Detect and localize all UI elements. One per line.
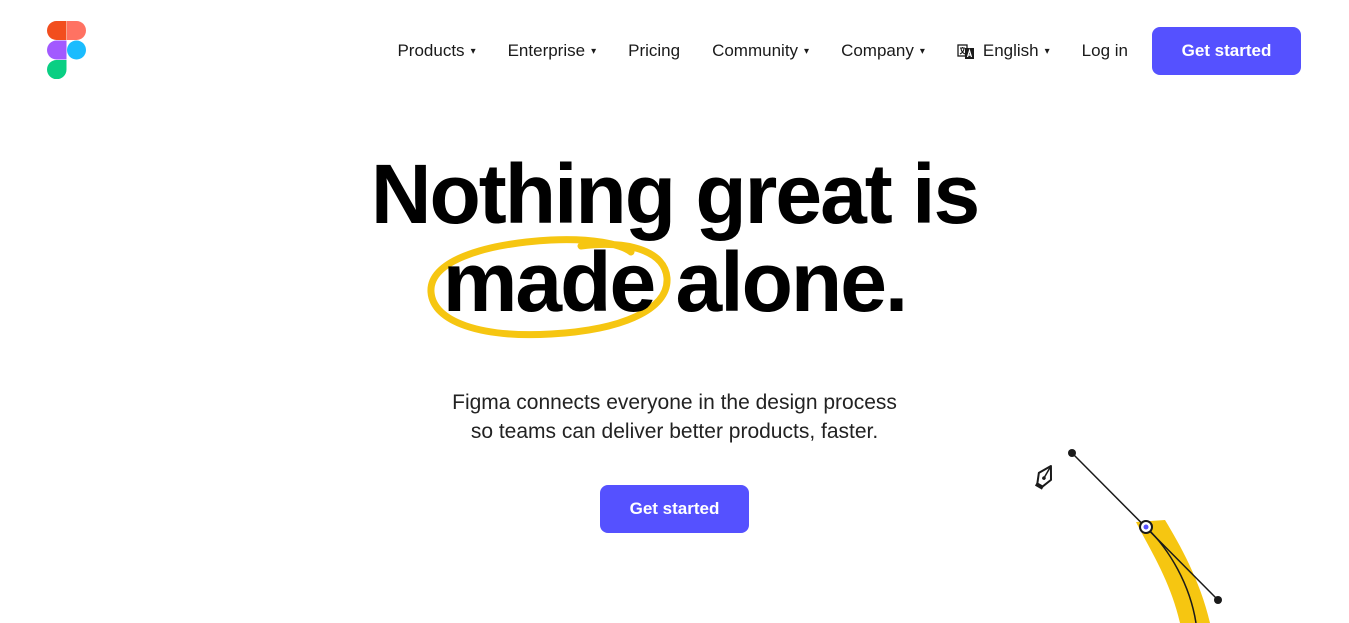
caret-down-icon: ▾ bbox=[804, 46, 810, 57]
language-icon bbox=[957, 44, 974, 59]
nav-company-label: Company bbox=[841, 41, 914, 60]
caret-down-icon: ▾ bbox=[1044, 46, 1050, 57]
circled-word-text: made bbox=[442, 235, 656, 329]
hero-headline: Nothing great is made alone. bbox=[0, 147, 1349, 339]
handle-point-top bbox=[1068, 449, 1076, 457]
nav-language[interactable]: English ▾ bbox=[957, 41, 1050, 61]
pen-tool-illustration bbox=[1034, 449, 1222, 623]
nav-language-label: English bbox=[982, 41, 1039, 60]
headline-line-1: Nothing great is bbox=[370, 147, 980, 241]
nav-login[interactable]: Log in bbox=[1082, 41, 1128, 61]
nav-company[interactable]: Company ▾ bbox=[841, 41, 925, 61]
caret-down-icon: ▾ bbox=[470, 46, 476, 57]
hero-subtitle: Figma connects everyone in the design pr… bbox=[0, 388, 1349, 446]
nav-pricing[interactable]: Pricing bbox=[628, 41, 680, 61]
nav-enterprise-label: Enterprise bbox=[507, 41, 586, 60]
caret-down-icon: ▾ bbox=[591, 46, 597, 57]
handle-point-bottom bbox=[1214, 596, 1222, 604]
circled-word: made bbox=[427, 235, 671, 339]
main-nav: Products ▾ Enterprise ▾ Pricing Communit… bbox=[397, 27, 1301, 75]
nav-login-label: Log in bbox=[1081, 41, 1128, 60]
subtitle-line-1: Figma connects everyone in the design pr… bbox=[452, 391, 897, 414]
nav-products[interactable]: Products ▾ bbox=[397, 41, 475, 61]
nav-pricing-label: Pricing bbox=[628, 41, 681, 60]
nav-enterprise[interactable]: Enterprise ▾ bbox=[508, 41, 597, 61]
headline-part-2: alone. bbox=[675, 235, 909, 329]
figma-logo-icon[interactable] bbox=[47, 21, 87, 79]
header-get-started-button[interactable]: Get started bbox=[1152, 27, 1301, 75]
caret-down-icon: ▾ bbox=[919, 46, 925, 57]
nav-products-label: Products bbox=[397, 41, 465, 60]
nav-community-label: Community bbox=[712, 41, 799, 60]
landing-page: Products ▾ Enterprise ▾ Pricing Communit… bbox=[0, 0, 1349, 623]
hero-get-started-button[interactable]: Get started bbox=[600, 485, 749, 533]
pen-tool-icon bbox=[1034, 465, 1052, 490]
yellow-stroke-shape bbox=[1136, 520, 1210, 623]
nav-community[interactable]: Community ▾ bbox=[712, 41, 809, 61]
headline-line-2: made alone. bbox=[0, 235, 1349, 339]
